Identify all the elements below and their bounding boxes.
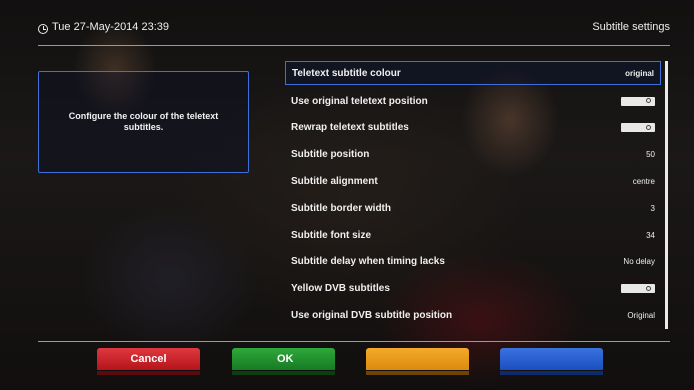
toggle-switch[interactable]	[621, 284, 655, 294]
setting-label: Use original teletext position	[291, 95, 428, 107]
header: Tue 27-May-2014 23:39 Subtitle settings	[0, 0, 694, 56]
ok-button[interactable]: OK	[232, 348, 335, 375]
header-divider	[38, 45, 670, 46]
setting-value: 34	[646, 230, 655, 240]
footer-divider	[38, 341, 670, 342]
setting-label: Subtitle alignment	[291, 176, 378, 188]
setting-row[interactable]: Use original DVB subtitle position Origin…	[285, 302, 661, 329]
setting-label: Teletext subtitle colour	[292, 67, 401, 79]
cancel-button[interactable]: Cancel	[97, 348, 200, 375]
setting-value: Original	[627, 311, 655, 321]
setting-value: 3	[650, 203, 655, 213]
blue-button[interactable]	[500, 348, 603, 375]
setting-row[interactable]: Subtitle font size 34	[285, 222, 661, 249]
setting-row[interactable]: Teletext subtitle colour original	[285, 61, 661, 85]
setting-row[interactable]: Subtitle position 50	[285, 141, 661, 168]
ok-button-label: OK	[277, 353, 294, 365]
setting-label: Subtitle font size	[291, 229, 371, 241]
clock-icon	[38, 24, 48, 34]
toggle-knob	[646, 98, 651, 104]
setting-label: Subtitle delay when timing lacks	[291, 256, 445, 268]
toggle-knob	[646, 124, 651, 130]
cancel-button-label: Cancel	[130, 353, 167, 365]
setting-row[interactable]: Subtitle border width 3	[285, 195, 661, 222]
setting-label: Subtitle border width	[291, 202, 391, 214]
toggle-switch[interactable]	[621, 96, 655, 106]
setting-row[interactable]: Use original teletext position	[285, 88, 661, 115]
footer: Cancel OK	[0, 345, 694, 390]
blue-button-strip	[500, 371, 603, 375]
page-title: Subtitle settings	[592, 21, 670, 33]
setting-value: original	[625, 68, 654, 78]
datetime: Tue 27-May-2014 23:39	[52, 21, 169, 33]
setting-label: Subtitle position	[291, 149, 370, 161]
yellow-button[interactable]	[366, 348, 469, 375]
setting-value: No delay	[623, 257, 655, 267]
settings-list: Teletext subtitle colour original Use orig…	[285, 61, 661, 329]
setting-label: Use original DVB subtitle position	[291, 310, 453, 322]
red-button-strip	[97, 371, 200, 375]
setting-row[interactable]: Subtitle delay when timing lacks No delay	[285, 249, 661, 276]
yellow-button-strip	[366, 371, 469, 375]
scrollbar[interactable]	[665, 61, 668, 329]
setting-label: Rewrap teletext subtitles	[291, 122, 409, 134]
help-box: Configure the colour of the teletext sub…	[38, 71, 249, 173]
green-button-strip	[232, 371, 335, 375]
setting-value: 50	[646, 150, 655, 160]
setting-value: centre	[632, 177, 655, 187]
help-text: Configure the colour of the teletext sub…	[68, 111, 219, 132]
toggle-switch[interactable]	[621, 123, 655, 133]
setting-row[interactable]: Rewrap teletext subtitles	[285, 115, 661, 142]
toggle-knob	[646, 285, 651, 291]
setting-row[interactable]: Subtitle alignment centre	[285, 168, 661, 195]
setting-label: Yellow DVB subtitles	[291, 283, 390, 295]
setting-row[interactable]: Yellow DVB subtitles	[285, 275, 661, 302]
